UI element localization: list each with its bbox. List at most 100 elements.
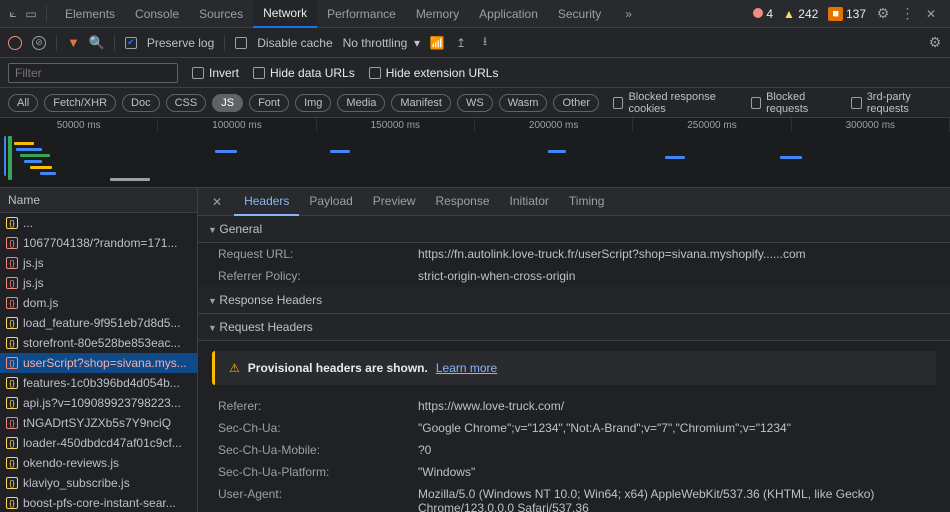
detail-tab-payload[interactable]: Payload [299, 188, 362, 216]
timeline-tick: 150000 ms [317, 118, 475, 132]
messages-indicator[interactable]: ■137 [828, 7, 866, 21]
download-icon[interactable]: ⭳ [478, 36, 492, 50]
type-filter-doc[interactable]: Doc [122, 94, 160, 112]
request-row[interactable]: {}userScript?shop=sivana.mys... [0, 353, 197, 373]
third-party-label: 3rd-party requests [867, 91, 942, 115]
filter-input[interactable] [8, 63, 178, 83]
detail-tab-initiator[interactable]: Initiator [500, 188, 559, 216]
type-filter-img[interactable]: Img [295, 94, 331, 112]
request-row[interactable]: {}klaviyo_subscribe.js [0, 473, 197, 493]
type-filter-ws[interactable]: WS [457, 94, 493, 112]
network-settings-icon[interactable]: ⚙ [928, 36, 942, 50]
type-filter-font[interactable]: Font [249, 94, 289, 112]
request-name: features-1c0b396bd4d054b... [23, 376, 180, 390]
clear-button[interactable]: ⊘ [32, 36, 46, 50]
wifi-icon[interactable]: 📶 [430, 36, 444, 50]
request-detail: ✕ HeadersPayloadPreviewResponseInitiator… [198, 188, 950, 512]
waterfall-overview[interactable]: 50000 ms100000 ms150000 ms200000 ms25000… [0, 118, 950, 188]
request-header-row: Sec-Ch-Ua-Mobile:?0 [198, 439, 950, 461]
name-column-header[interactable]: Name [0, 188, 197, 213]
timeline-tick: 300000 ms [792, 118, 950, 132]
type-filter-manifest[interactable]: Manifest [391, 94, 451, 112]
blocked-cookies-label: Blocked response cookies [628, 91, 736, 115]
warnings-indicator[interactable]: ▲ 242 [783, 7, 818, 21]
kebab-icon[interactable]: ⋮ [900, 7, 914, 21]
detail-tab-headers[interactable]: Headers [234, 188, 299, 216]
blocked-cookies-checkbox[interactable] [613, 97, 623, 109]
type-filter-js[interactable]: JS [212, 94, 243, 112]
search-icon[interactable]: 🔍 [90, 36, 104, 50]
divider [224, 35, 225, 51]
timeline-tick: 50000 ms [0, 118, 158, 132]
type-filter-css[interactable]: CSS [166, 94, 207, 112]
request-row[interactable]: {}boost-pfs-core-instant-sear... [0, 493, 197, 512]
panel-tab-elements[interactable]: Elements [55, 1, 125, 27]
close-detail-icon[interactable]: ✕ [204, 195, 230, 209]
hide-data-checkbox[interactable] [253, 67, 265, 79]
third-party-checkbox[interactable] [851, 97, 861, 109]
inspect-icon[interactable]: ⟀ [6, 7, 20, 21]
close-icon[interactable]: ✕ [924, 7, 938, 21]
request-row[interactable]: {}... [0, 213, 197, 233]
type-filter-all[interactable]: All [8, 94, 38, 112]
more-tabs-icon[interactable]: » [615, 1, 642, 27]
request-row[interactable]: {} features-1c0b396bd4d054b... [0, 373, 197, 393]
invert-checkbox[interactable] [192, 67, 204, 79]
divider [114, 35, 115, 51]
blocked-requests-checkbox[interactable] [751, 97, 761, 109]
request-row[interactable]: {}tNGADrtSYJZXb5s7Y9nciQ [0, 413, 197, 433]
panel-tab-application[interactable]: Application [469, 1, 548, 27]
resource-icon: {} [6, 297, 18, 309]
type-filter-media[interactable]: Media [337, 94, 385, 112]
resource-icon: {} [6, 277, 18, 289]
request-row[interactable]: {}js.js [0, 273, 197, 293]
blocked-requests-label: Blocked requests [766, 91, 837, 115]
gear-icon[interactable]: ⚙ [876, 7, 890, 21]
request-row[interactable]: {}1067704138/?random=171... [0, 233, 197, 253]
type-filter-fetchxhr[interactable]: Fetch/XHR [44, 94, 116, 112]
request-name: 1067704138/?random=171... [23, 236, 177, 250]
request-url-row: Request URL:https://fn.autolink.love-tru… [198, 243, 950, 265]
request-header-row: Referer:https://www.love-truck.com/ [198, 395, 950, 417]
request-row[interactable]: {}okendo-reviews.js [0, 453, 197, 473]
detail-tab-response[interactable]: Response [425, 188, 499, 216]
resource-icon: {} [6, 377, 18, 389]
request-headers-section-header[interactable]: Request Headers [198, 314, 950, 341]
panel-tab-security[interactable]: Security [548, 1, 611, 27]
device-toggle-icon[interactable]: ▭ [24, 7, 38, 21]
request-name: js.js [23, 256, 44, 270]
panel-tab-network[interactable]: Network [253, 0, 317, 28]
request-row[interactable]: {}api.js?v=109089923798223... [0, 393, 197, 413]
preserve-log-checkbox[interactable] [125, 37, 137, 49]
type-filter-wasm[interactable]: Wasm [499, 94, 548, 112]
throttling-select[interactable]: No throttling ▾ [343, 36, 420, 50]
request-row[interactable]: {}loader-450dbdcd47af01c9cf... [0, 433, 197, 453]
request-name: okendo-reviews.js [23, 456, 119, 470]
panel-tab-memory[interactable]: Memory [406, 1, 469, 27]
panel-tab-console[interactable]: Console [125, 1, 189, 27]
request-row[interactable]: {} load_feature-9f951eb7d8d5... [0, 313, 197, 333]
panel-tab-performance[interactable]: Performance [317, 1, 406, 27]
type-filter-other[interactable]: Other [553, 94, 599, 112]
filter-icon[interactable]: ▼ [67, 35, 80, 50]
request-name: load_feature-9f951eb7d8d5... [23, 316, 180, 330]
upload-icon[interactable]: ↥ [454, 36, 468, 50]
request-row[interactable]: {}dom.js [0, 293, 197, 313]
response-headers-section-header[interactable]: Response Headers [198, 287, 950, 314]
errors-indicator[interactable]: 4 [753, 7, 773, 21]
detail-tab-preview[interactable]: Preview [363, 188, 426, 216]
request-row[interactable]: {}storefront-80e528be853eac... [0, 333, 197, 353]
record-button[interactable] [8, 36, 22, 50]
resource-icon: {} [6, 317, 18, 329]
hide-ext-checkbox[interactable] [369, 67, 381, 79]
request-name: tNGADrtSYJZXb5s7Y9nciQ [23, 416, 171, 430]
resource-icon: {} [6, 497, 18, 509]
disable-cache-checkbox[interactable] [235, 37, 247, 49]
learn-more-link[interactable]: Learn more [436, 361, 497, 375]
request-row[interactable]: {}js.js [0, 253, 197, 273]
detail-tab-timing[interactable]: Timing [559, 188, 615, 216]
network-toolbar: ⊘ ▼ 🔍 Preserve log Disable cache No thro… [0, 28, 950, 58]
general-section-header[interactable]: General [198, 216, 950, 243]
banner-text: Provisional headers are shown. [248, 361, 428, 375]
panel-tab-sources[interactable]: Sources [189, 1, 253, 27]
